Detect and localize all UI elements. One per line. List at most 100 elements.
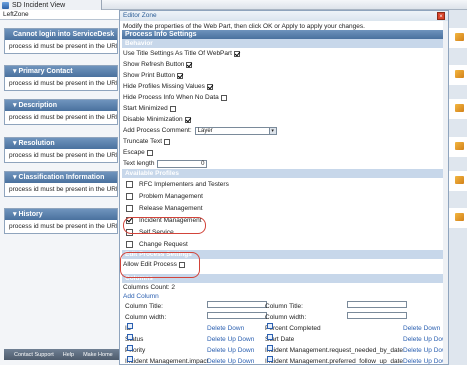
highlight-incident-management xyxy=(123,217,206,234)
columns-area: Columns Count: 2 Add Column Column Title… xyxy=(120,283,449,365)
checkbox[interactable] xyxy=(184,116,191,123)
webpart-body: process id must be present in the URL xyxy=(9,114,117,121)
checkbox[interactable] xyxy=(186,61,193,68)
add-column-link[interactable]: Add Column xyxy=(123,292,448,301)
footer-bar: Contact Support Help Make Home xyxy=(4,349,120,360)
browser-tab[interactable]: SD Incident View xyxy=(0,0,102,10)
checkbox[interactable] xyxy=(164,138,171,145)
column-actions[interactable]: Delete Up Down xyxy=(207,356,254,364)
editor-zone: Editor Zone × Modify the properties of t… xyxy=(119,10,449,365)
editor-scrollbar[interactable] xyxy=(443,21,448,364)
profile-item: Problem Management xyxy=(120,190,448,202)
column-row: Priority Delete Up Down Incident Managem… xyxy=(125,345,449,356)
section-title: Process Info Settings xyxy=(122,30,446,39)
column-row: Incident Management.impact Delete Up Dow… xyxy=(125,356,449,365)
pencil-icon xyxy=(455,176,464,184)
option-escape: Escape xyxy=(120,147,448,158)
column-width-input[interactable] xyxy=(207,312,267,319)
edit-webpart-button[interactable] xyxy=(448,171,467,191)
checkbox[interactable] xyxy=(177,72,184,79)
checkbox[interactable] xyxy=(126,240,133,248)
webpart-title[interactable]: ▾ Classification Information xyxy=(5,172,117,183)
footer-link-help[interactable]: Help xyxy=(63,352,74,358)
checkbox[interactable] xyxy=(220,94,227,101)
edit-icon[interactable] xyxy=(267,345,273,351)
checkbox[interactable] xyxy=(126,180,133,188)
webpart-body: process id must be present in the URL xyxy=(9,186,117,193)
checkbox[interactable] xyxy=(146,149,153,156)
webpart-description: ▾ Description process id must be present… xyxy=(4,99,118,125)
column-title-input[interactable] xyxy=(347,301,407,308)
checkbox[interactable] xyxy=(126,204,133,212)
edit-webpart-button[interactable] xyxy=(448,99,467,119)
webpart-title[interactable]: ▾ Primary Contact xyxy=(5,66,117,77)
webpart-body: process id must be present in the URL xyxy=(9,223,117,230)
edit-icon[interactable] xyxy=(267,334,273,340)
column-actions[interactable]: Delete Up Down xyxy=(207,334,254,345)
option-use-title: Use Title Settings As Title Of WebPart xyxy=(120,48,448,59)
edit-webpart-button[interactable] xyxy=(448,28,467,48)
footer-link-make-home[interactable]: Make Home xyxy=(83,352,113,358)
webpart-history: ▾ History process id must be present in … xyxy=(4,208,118,234)
column-row: Status Delete Up Down Start Date Delete … xyxy=(125,334,449,345)
webpart-title[interactable]: ▾ Resolution xyxy=(5,138,117,149)
pencil-icon xyxy=(455,33,464,41)
option-disable-minimization: Disable Minimization xyxy=(120,114,448,125)
webpart-resolution: ▾ Resolution process id must be present … xyxy=(4,137,118,163)
process-comment-select[interactable]: Layer ▾ xyxy=(194,126,277,135)
column-width-input[interactable] xyxy=(347,312,407,319)
text-length-input[interactable]: 0 xyxy=(157,159,208,168)
webpart-classification: ▾ Classification Information process id … xyxy=(4,171,118,197)
column-row: ID Delete Down Percent Completed Delete … xyxy=(123,323,448,334)
webpart-primary-contact: ▾ Primary Contact process id must be pre… xyxy=(4,65,118,91)
option-show-refresh: Show Refresh Button xyxy=(120,59,448,70)
edit-icon[interactable] xyxy=(127,356,133,362)
column-actions[interactable]: Delete Up Down xyxy=(207,345,254,356)
column-title-row: Column Title: Column Title: xyxy=(123,301,448,312)
edit-icon[interactable] xyxy=(267,356,273,362)
column-actions[interactable]: Delete Down xyxy=(207,323,244,334)
webpart-body: process id must be present in the URL xyxy=(9,43,117,50)
pencil-icon xyxy=(455,142,464,150)
edit-icon[interactable] xyxy=(127,345,133,351)
webpart-body: process id must be present in the URL xyxy=(9,152,117,159)
tab-title: SD Incident View xyxy=(12,1,66,9)
edit-webpart-button[interactable] xyxy=(448,137,467,157)
chevron-down-icon: ▾ xyxy=(268,127,276,134)
edit-webpart-button[interactable] xyxy=(448,65,467,85)
option-show-print: Show Print Button xyxy=(120,70,448,81)
checkbox[interactable] xyxy=(126,192,133,200)
option-start-minimized: Start Minimized xyxy=(120,103,448,114)
checkbox[interactable] xyxy=(233,50,240,57)
edit-icon[interactable] xyxy=(127,334,133,340)
webpart-title[interactable]: ▾ History xyxy=(5,209,117,220)
behavior-header[interactable]: Behavior xyxy=(122,39,446,48)
pencil-icon xyxy=(455,104,464,112)
close-icon[interactable]: × xyxy=(437,12,445,20)
webpart-body: process id must be present in the URL xyxy=(9,80,117,87)
pencil-icon xyxy=(455,70,464,78)
column-title-input[interactable] xyxy=(207,301,267,308)
option-hide-no-data: Hide Process Info When No Data xyxy=(120,92,448,103)
editor-zone-title: Editor Zone xyxy=(120,11,448,21)
column-width-row: Column width: Column width: xyxy=(123,312,448,323)
add-process-comment-row: Add Process Comment: Layer ▾ xyxy=(120,125,448,136)
checkbox[interactable] xyxy=(169,105,176,112)
editor-intro: Modify the properties of the Web Part, t… xyxy=(123,23,365,30)
browser-titlebar: SD Incident View xyxy=(0,0,467,10)
webpart-title[interactable]: ▾ Description xyxy=(5,100,117,111)
edit-icon[interactable] xyxy=(127,323,133,329)
profile-item: Change Request xyxy=(120,238,448,250)
profiles-header[interactable]: Available Profiles xyxy=(122,169,446,178)
webpart-title: Cannot login into ServiceDesk xyxy=(5,29,117,40)
text-length-row: Text length 0 xyxy=(120,158,448,169)
edit-webpart-button[interactable] xyxy=(448,208,467,228)
left-zone-label: LeftZone xyxy=(0,10,120,20)
pencil-icon xyxy=(455,213,464,221)
footer-link-contact-support[interactable]: Contact Support xyxy=(14,352,54,358)
column-actions[interactable]: Delete Down xyxy=(403,323,440,334)
edit-icon[interactable] xyxy=(267,323,273,329)
profile-item: RFC Implementers and Testers xyxy=(120,178,448,190)
checkbox[interactable] xyxy=(206,83,213,90)
highlight-edit-process xyxy=(120,252,200,278)
